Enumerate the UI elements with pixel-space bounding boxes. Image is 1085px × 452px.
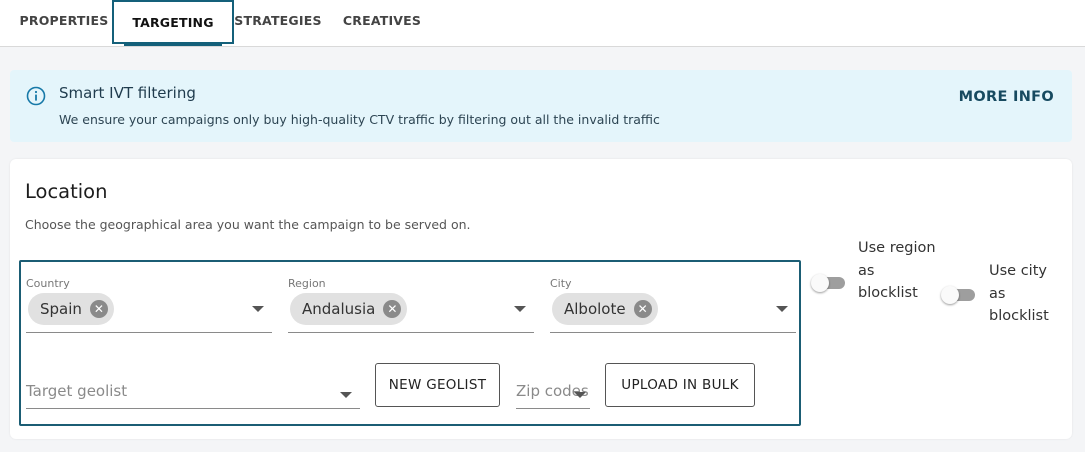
- info-icon: [26, 86, 46, 106]
- city-blocklist-toggle[interactable]: [941, 286, 975, 304]
- tab-targeting[interactable]: TARGETING: [112, 0, 234, 46]
- chevron-down-icon[interactable]: [340, 392, 352, 398]
- toggle-knob: [811, 274, 829, 292]
- country-chip: Spain ✕: [28, 293, 114, 325]
- chevron-down-icon[interactable]: [252, 306, 264, 312]
- field-underline: [516, 408, 590, 409]
- region-chip: Andalusia ✕: [290, 293, 408, 325]
- field-underline: [288, 332, 534, 333]
- tab-bar: PROPERTIES TARGETING STRATEGIES CREATIVE…: [0, 0, 1085, 47]
- city-label: City: [550, 277, 572, 290]
- city-blocklist-label: Use city as blocklist: [989, 263, 1049, 324]
- toggle-knob: [941, 286, 959, 304]
- city-chip-label: Albolote: [564, 300, 626, 318]
- chevron-down-icon[interactable]: [776, 306, 788, 312]
- region-select[interactable]: Region Andalusia ✕: [288, 277, 534, 343]
- location-title: Location: [25, 180, 108, 203]
- upload-in-bulk-button[interactable]: UPLOAD IN BULK: [605, 363, 755, 407]
- location-card: Location Choose the geographical area yo…: [10, 159, 1072, 439]
- region-label: Region: [288, 277, 326, 290]
- country-chip-label: Spain: [40, 300, 82, 318]
- region-chip-label: Andalusia: [302, 300, 376, 318]
- banner-title: Smart IVT filtering: [59, 84, 196, 102]
- field-underline: [550, 332, 796, 333]
- field-underline: [26, 408, 360, 409]
- tab-creatives[interactable]: CREATIVES: [336, 0, 428, 44]
- chevron-down-icon[interactable]: [514, 306, 526, 312]
- target-geolist-select[interactable]: Target geolist: [26, 372, 360, 412]
- city-chip: Albolote ✕: [552, 293, 658, 325]
- tab-strategies[interactable]: STRATEGIES: [234, 0, 322, 44]
- geo-selection-box: Country Spain ✕ Region Andalusia ✕ City …: [19, 260, 801, 426]
- more-info-link[interactable]: MORE INFO: [959, 89, 1054, 105]
- region-blocklist-label: Use region as blocklist: [858, 240, 936, 301]
- location-subtitle: Choose the geographical area you want th…: [25, 217, 471, 232]
- ivt-info-banner: Smart IVT filtering We ensure your campa…: [10, 70, 1072, 142]
- geolist-placeholder: Target geolist: [26, 382, 128, 400]
- chevron-down-icon[interactable]: [574, 392, 586, 398]
- zip-codes-select[interactable]: Zip codes: [516, 372, 590, 412]
- new-geolist-button[interactable]: NEW GEOLIST: [375, 363, 500, 407]
- country-label: Country: [26, 277, 70, 290]
- country-select[interactable]: Country Spain ✕: [26, 277, 272, 343]
- remove-region-icon[interactable]: ✕: [383, 300, 402, 318]
- region-blocklist-toggle[interactable]: [811, 274, 845, 292]
- tab-properties[interactable]: PROPERTIES: [14, 0, 114, 44]
- remove-city-icon[interactable]: ✕: [633, 300, 652, 318]
- banner-text: We ensure your campaigns only buy high-q…: [59, 112, 660, 127]
- field-underline: [26, 332, 272, 333]
- remove-country-icon[interactable]: ✕: [89, 300, 108, 318]
- city-select[interactable]: City Albolote ✕: [550, 277, 796, 343]
